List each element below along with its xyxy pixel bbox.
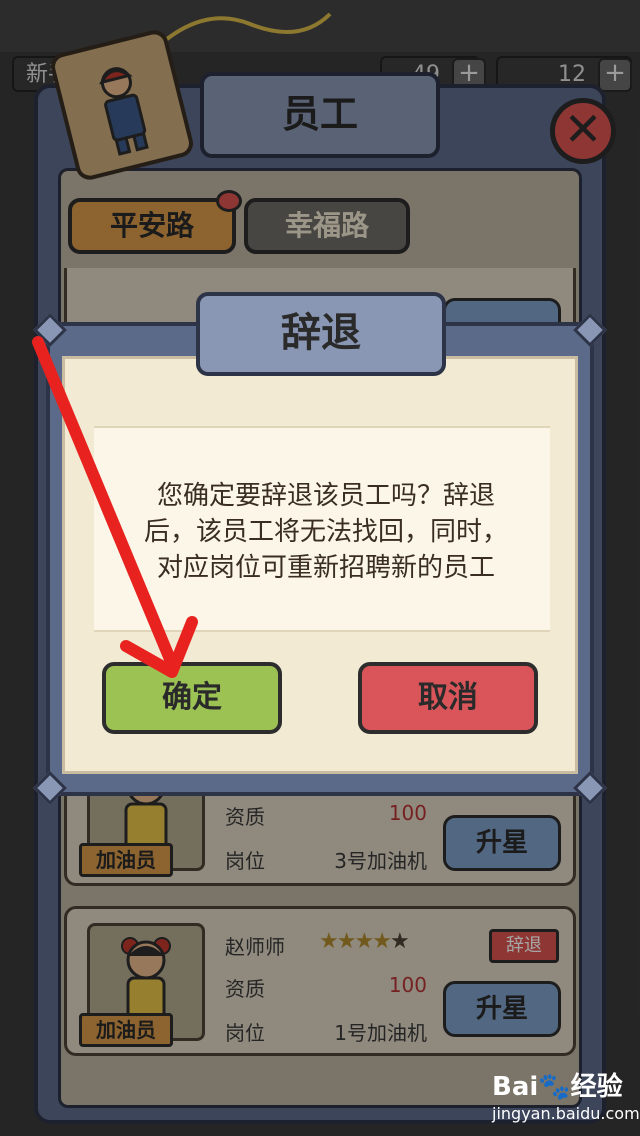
baidu-jingyan-watermark: Bai🐾经验 jingyan.baidu.com: [486, 1060, 640, 1130]
message-line: 后，该员工将无法找回，同时，: [143, 517, 508, 547]
cancel-button[interactable]: 取消: [358, 662, 538, 734]
dialog-title: 辞退: [196, 292, 446, 376]
dialog-message: 您确定要辞退该员工吗？辞退 后，该员工将无法找回，同时， 对应岗位可重新招聘新的…: [116, 478, 536, 586]
message-line: 您确定要辞退该员工吗？辞退: [156, 481, 495, 511]
message-line: 对应岗位可重新招聘新的员工: [156, 553, 495, 583]
watermark-logo: Bai🐾经验: [492, 1072, 623, 1102]
watermark-url: jingyan.baidu.com: [492, 1104, 640, 1123]
confirm-button[interactable]: 确定: [102, 662, 282, 734]
